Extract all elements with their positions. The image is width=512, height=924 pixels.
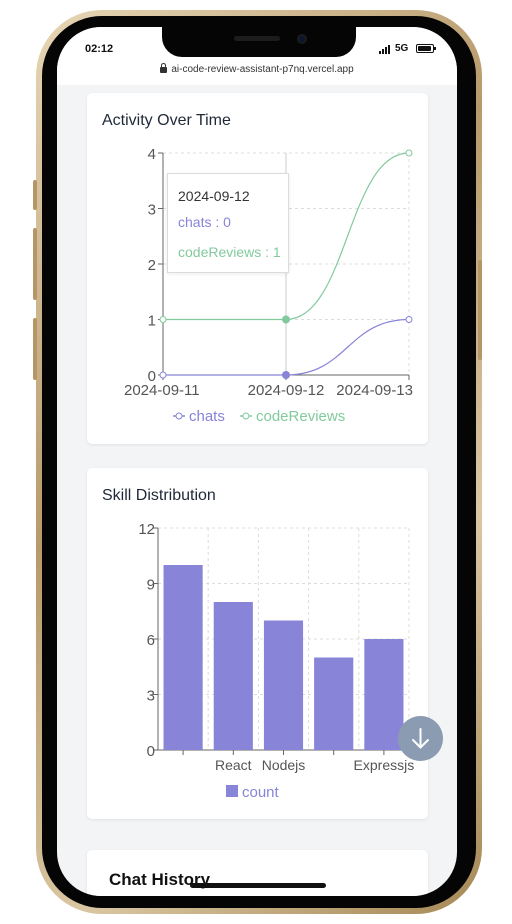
tooltip-chats-value: chats : 0: [178, 214, 231, 230]
x-tick-label: React: [215, 757, 252, 773]
browser-status-bar: 02:12 5G ai-code-review-assistant-p7nq.v…: [57, 27, 457, 85]
bar-category-1: [163, 565, 203, 750]
y-tick-label: 4: [148, 146, 156, 163]
data-point-chats: [405, 316, 413, 323]
home-indicator: [190, 883, 326, 888]
chart-tooltip: 2024-09-12 chats : 0 codeReviews : 1: [167, 173, 289, 273]
chat-history-card: Chat History: [87, 850, 428, 896]
signal-icon: [379, 44, 391, 54]
activity-card: Activity Over Time 0 1 2 3 4 2024-09-11 2024-0…: [87, 93, 428, 444]
legend-label-count: count: [242, 784, 280, 801]
notch-camera: [297, 34, 307, 44]
phone-side-button: [33, 228, 37, 300]
bar-React: [213, 602, 253, 750]
x-tick-label: 2024-09-12: [248, 382, 325, 399]
notch-speaker: [234, 36, 280, 41]
phone-side-button: [33, 180, 37, 210]
legend-label-codeReviews: codeReviews: [256, 408, 345, 425]
y-tick-label: 2: [148, 257, 156, 274]
lock-icon: [160, 63, 168, 73]
y-tick-label: 3: [147, 688, 155, 705]
phone-side-button: [33, 318, 37, 380]
legend-label-chats: chats: [189, 408, 225, 425]
legend-marker-dot-chats: [175, 412, 183, 420]
bar-category-4: [314, 657, 354, 750]
skill-card: Skill Distribution 0 3 6 9 12 React Nodejs Expr…: [87, 468, 428, 819]
skill-bar-chart[interactable]: 036912React Nodejs Expressjscount: [87, 468, 428, 819]
network-label: 5G: [395, 43, 409, 54]
address-bar[interactable]: ai-code-review-assistant-p7nq.vercel.app: [57, 63, 457, 75]
dashboard-content: Activity Over Time 0 1 2 3 4 2024-09-11 2024-0…: [57, 85, 457, 896]
page-url: ai-code-review-assistant-p7nq.vercel.app: [171, 64, 354, 75]
x-tick-label: 2024-09-13: [336, 382, 413, 399]
y-tick-label: 1: [148, 313, 156, 330]
data-point-chats: [282, 371, 290, 379]
y-tick-label: 6: [147, 632, 155, 649]
legend-marker-count: [226, 785, 238, 797]
legend-marker-dot-codeReviews: [242, 412, 250, 420]
scroll-down-button[interactable]: [398, 716, 443, 761]
battery-icon: [416, 44, 436, 53]
x-tick-label: Nodejs: [262, 757, 306, 773]
phone-side-button: [478, 260, 482, 360]
y-tick-label: 0: [147, 743, 155, 760]
y-tick-label: 12: [138, 521, 155, 538]
data-point-codeReviews: [282, 315, 290, 324]
tooltip-code-reviews-value: codeReviews : 1: [178, 244, 281, 260]
arrow-down-icon: [412, 728, 429, 749]
status-time: 02:12: [85, 43, 114, 55]
data-point-codeReviews: [405, 149, 413, 157]
x-tick-label: 2024-09-11: [124, 382, 200, 399]
phone-notch: [162, 27, 356, 57]
phone-screen: Activity Over Time 0 1 2 3 4 2024-09-11 2024-0…: [57, 27, 457, 896]
bar-Nodejs: [263, 620, 304, 750]
data-point-codeReviews: [159, 316, 167, 323]
data-point-chats: [159, 371, 167, 379]
tooltip-date: 2024-09-12: [178, 188, 250, 204]
y-tick-label: 9: [147, 577, 155, 594]
y-tick-label: 3: [148, 202, 156, 219]
